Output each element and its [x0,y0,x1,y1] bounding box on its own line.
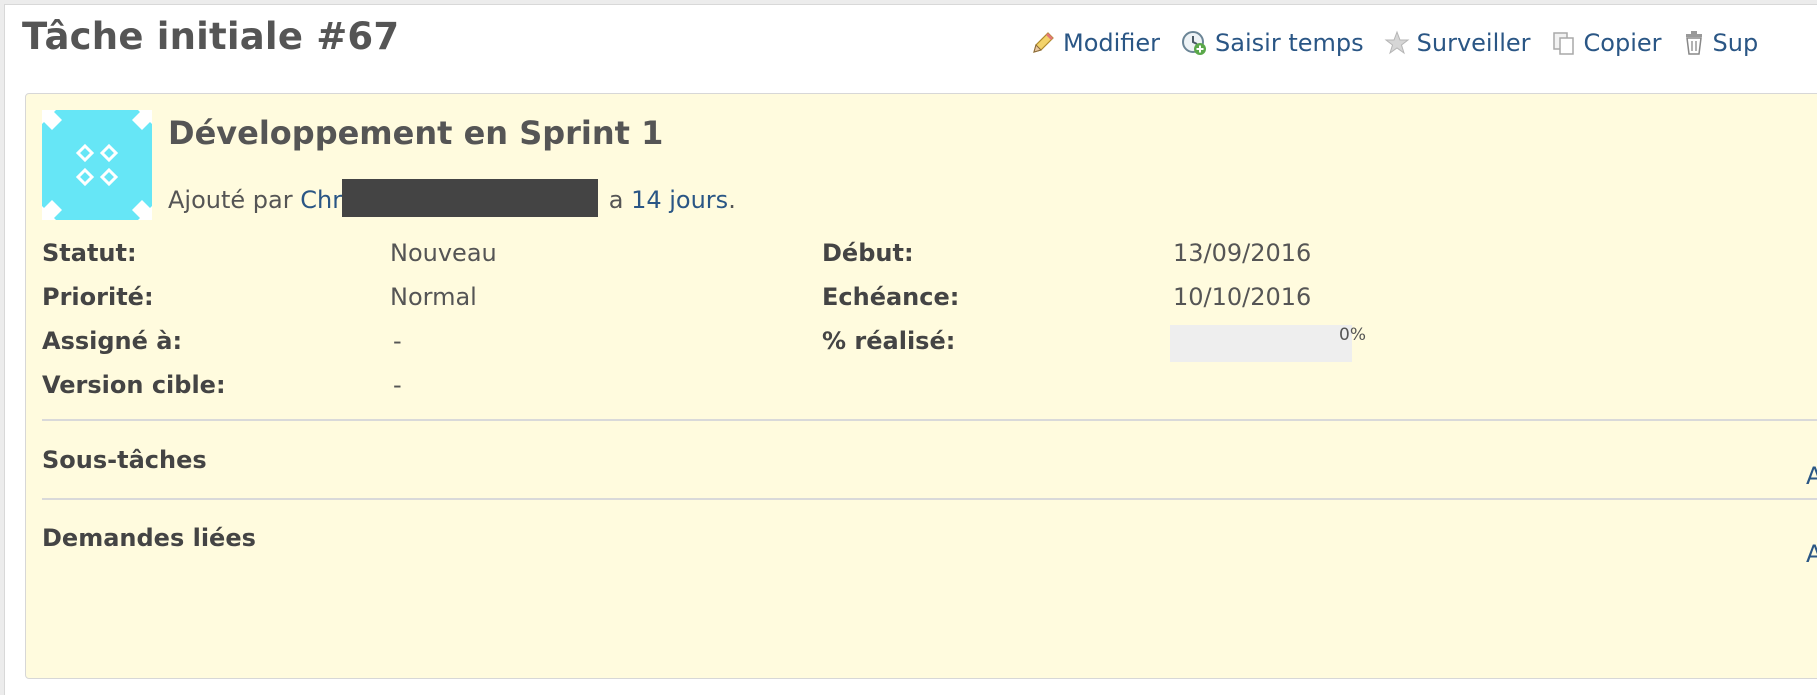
subtasks-title: Sous-tâches [42,446,207,474]
star-icon [1384,30,1410,55]
pencil-icon [1033,32,1054,53]
issue-subject: Développement en Sprint 1 [168,114,664,152]
delete-label: Sup [1712,29,1759,57]
copy-label: Copier [1583,29,1662,57]
copy-button[interactable]: Copier [1551,29,1662,57]
related-issues-title: Demandes liées [42,524,256,552]
assignee-value: - [393,327,402,355]
target-version-value: - [393,371,402,399]
page-title: Tâche initiale #67 [22,15,400,58]
identicon-avatar [42,110,152,220]
edit-button[interactable]: Modifier [1030,29,1160,57]
contextual-toolbar: Modifier Saisir temps Surveiller Copier [1030,23,1778,63]
age-link[interactable]: 14 jours [631,186,728,214]
status-value: Nouveau [390,239,497,267]
trash-icon [1685,31,1702,55]
watch-label: Surveiller [1416,29,1531,57]
redaction-box [342,179,599,217]
delete-button[interactable]: Sup [1682,29,1759,57]
divider-subtasks [42,498,1817,500]
add-relation-link[interactable]: Aj [1806,540,1817,568]
target-version-label: Version cible: [42,371,226,399]
author-link[interactable]: Chr [300,186,342,214]
issue-page: Tâche initiale #67 Modifier Saisir temps [4,4,1817,695]
assignee-label: Assigné à: [42,327,183,355]
done-ratio-value: 0% [1339,325,1366,345]
due-date-value: 10/10/2016 [1173,283,1312,311]
watch-button[interactable]: Surveiller [1384,29,1531,57]
due-date-label: Echéance: [822,283,960,311]
divider-attributes [42,419,1817,421]
done-ratio-label: % réalisé: [822,327,956,355]
log-time-label: Saisir temps [1215,29,1364,57]
issue-details: Développement en Sprint 1 Ajouté par Chr… [25,93,1817,679]
status-label: Statut: [42,239,137,267]
add-subtask-link[interactable]: Aj [1806,462,1817,490]
edit-label: Modifier [1063,29,1161,57]
clock-add-icon [1182,31,1207,55]
author-line: Ajouté par Chr a 14 jours. [168,179,736,220]
start-date-label: Début: [822,239,914,267]
log-time-button[interactable]: Saisir temps [1180,29,1364,57]
start-date-value: 13/09/2016 [1173,239,1312,267]
copy-icon [1552,32,1574,55]
author-suffix: . [728,186,736,214]
done-ratio-progress-bar [1170,325,1352,362]
priority-value: Normal [390,283,477,311]
author-prefix: Ajouté par [168,186,293,214]
priority-label: Priorité: [42,283,154,311]
age-prefix: a [608,186,624,214]
